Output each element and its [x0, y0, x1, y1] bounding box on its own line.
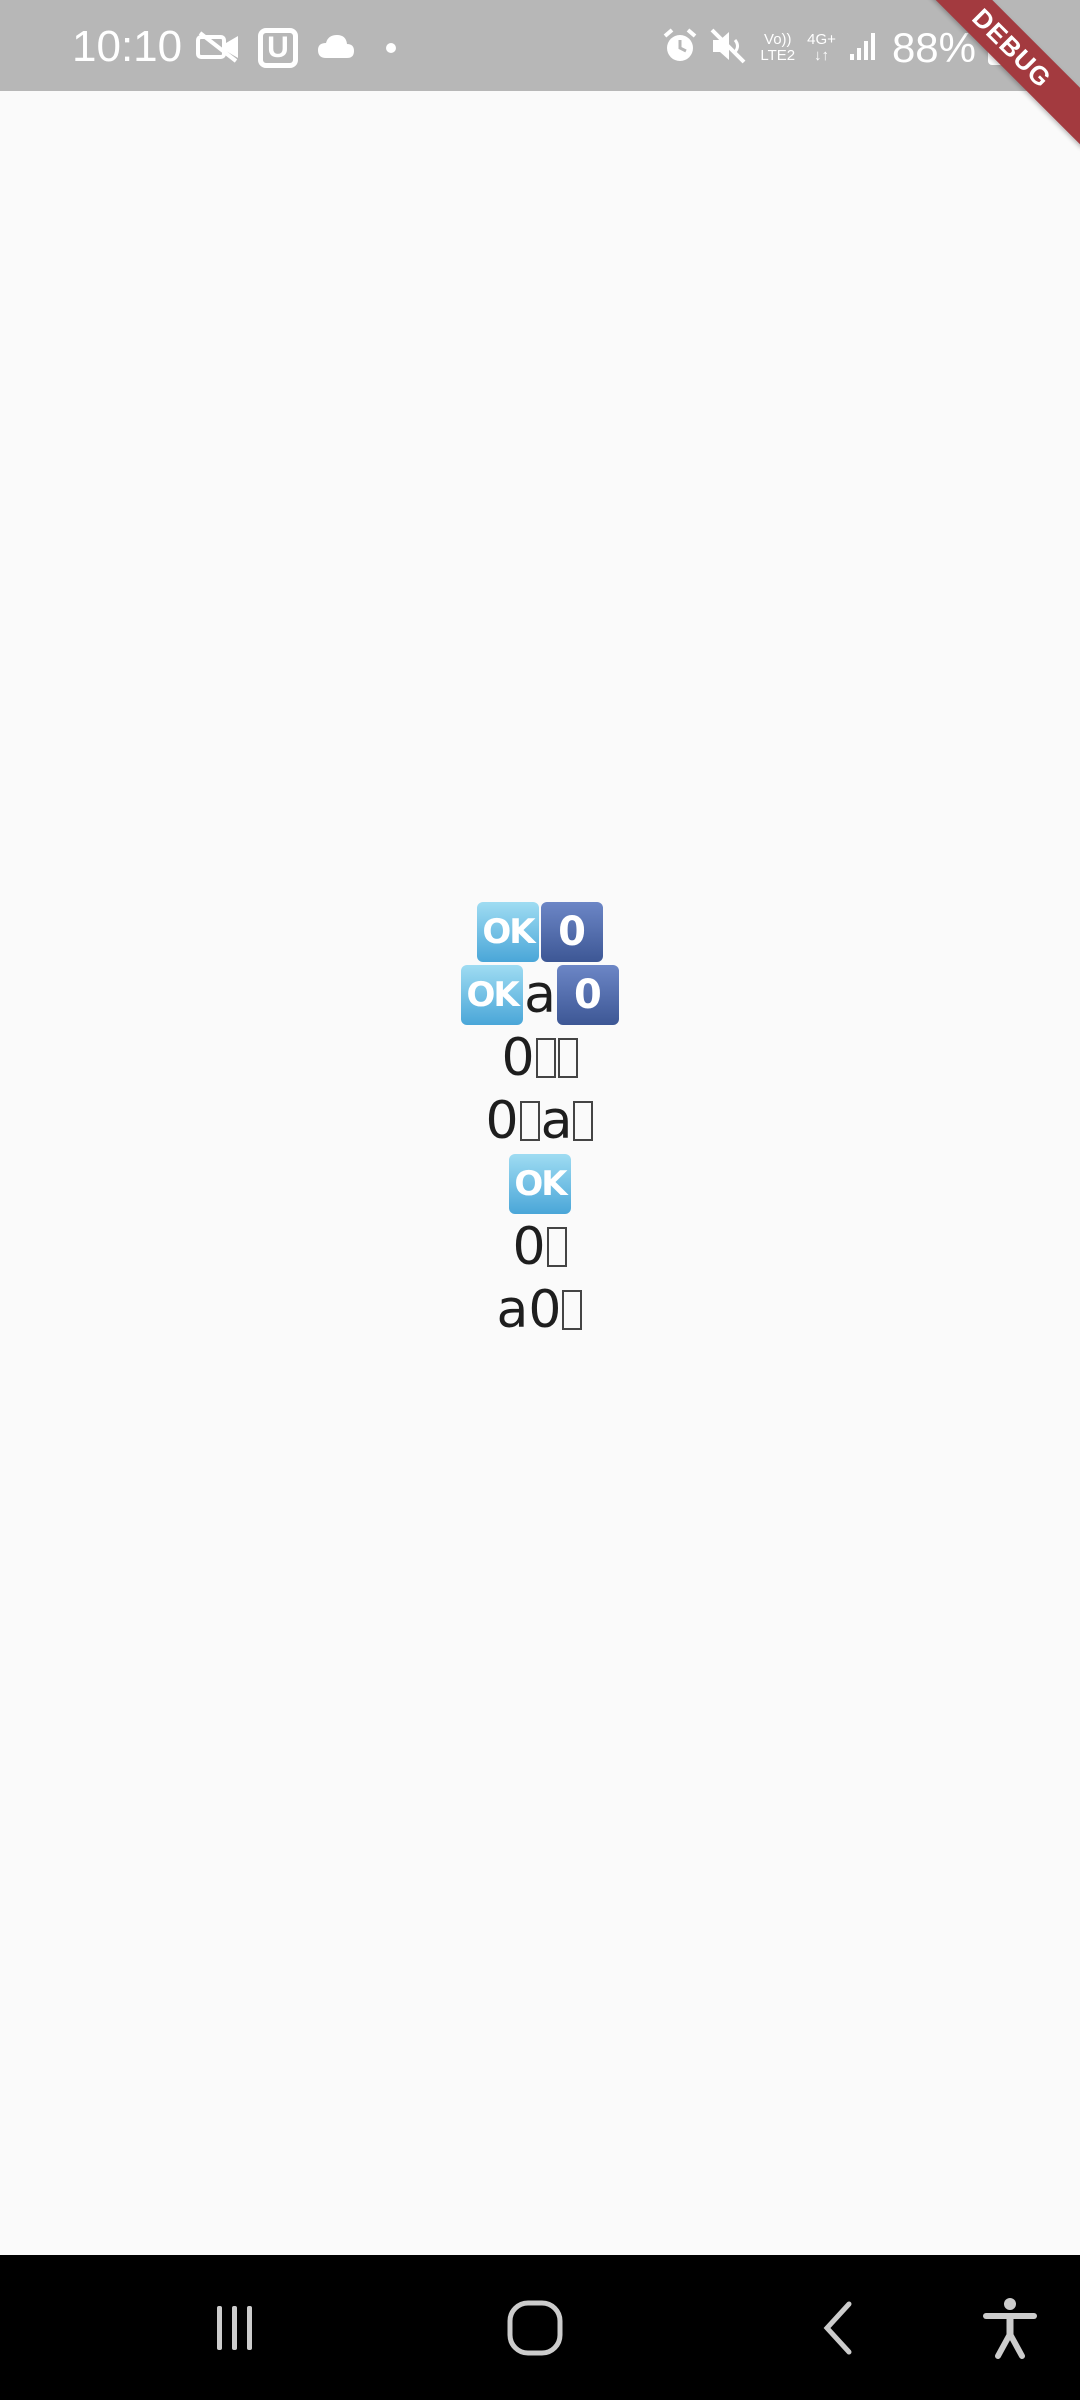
mute-icon: [710, 28, 748, 68]
notification-dot-icon: [386, 43, 396, 53]
volte-bottom-label: LTE2: [760, 47, 796, 64]
signal-icon: [848, 30, 880, 66]
keycap-zero-emoji: 0: [556, 964, 619, 1025]
home-icon: [507, 2300, 563, 2355]
text-char: a: [524, 964, 556, 1025]
emoji-text-list: OK 0 OK a 0 0 0 a OK 0 a0: [0, 900, 1080, 1341]
text-line-7: a0: [497, 1278, 584, 1341]
text-line-2: OK a 0: [460, 963, 620, 1026]
status-left-icons: U: [196, 28, 396, 68]
cloud-icon: [316, 32, 356, 64]
accessibility-icon: [983, 2297, 1037, 2359]
missing-glyph-icon: [546, 1226, 567, 1267]
video-camera-icon: [196, 29, 240, 67]
text-char: a0: [496, 1279, 562, 1340]
volte-icon: Vo)) LTE2: [760, 32, 795, 64]
battery-percentage: 88%: [891, 24, 976, 71]
system-navigation-bar: [0, 2255, 1080, 2400]
text-line-4: 0 a: [486, 1089, 595, 1152]
missing-glyph-icon: [573, 1100, 594, 1141]
alarm-icon: [662, 28, 698, 68]
u-app-icon: U: [258, 28, 298, 68]
recent-apps-icon: [217, 2305, 252, 2350]
text-char: a: [540, 1090, 573, 1151]
text-line-1: OK 0: [476, 900, 604, 963]
status-bar: 10:10 U Vo)) LTE2 4G+ ↓↑ 88%: [0, 0, 1080, 91]
missing-glyph-icon: [519, 1100, 540, 1141]
missing-glyph-icon: [562, 1289, 583, 1330]
text-char: 0: [501, 1027, 535, 1088]
status-right-icons: Vo)) LTE2 4G+ ↓↑ 88%: [662, 24, 1010, 72]
ok-button-emoji: OK: [461, 964, 524, 1025]
status-time: 10:10: [72, 22, 183, 71]
app-screen: 10:10 U Vo)) LTE2 4G+ ↓↑ 88% DEBUG OK 0 …: [0, 0, 1080, 2400]
back-icon: [823, 2301, 852, 2354]
ok-button-emoji: OK: [509, 1153, 571, 1214]
accessibility-button[interactable]: [970, 2255, 1050, 2400]
missing-glyph-icon: [535, 1037, 556, 1078]
text-line-5: OK: [508, 1152, 572, 1215]
home-button[interactable]: [490, 2255, 580, 2400]
ok-button-emoji: OK: [477, 901, 539, 962]
network-type-label: 4G+: [807, 31, 836, 48]
keycap-zero-emoji: 0: [541, 901, 603, 962]
network-4g-icon: 4G+ ↓↑: [807, 32, 836, 64]
text-char: 0: [512, 1216, 546, 1277]
recent-apps-button[interactable]: [190, 2255, 280, 2400]
text-line-3: 0: [501, 1026, 578, 1089]
volte-top-label: Vo)): [764, 31, 792, 48]
text-line-6: 0: [512, 1215, 567, 1278]
text-char: 0: [485, 1090, 519, 1151]
missing-glyph-icon: [557, 1037, 578, 1078]
network-arrows-label: ↓↑: [814, 47, 830, 64]
back-button[interactable]: [800, 2255, 880, 2400]
